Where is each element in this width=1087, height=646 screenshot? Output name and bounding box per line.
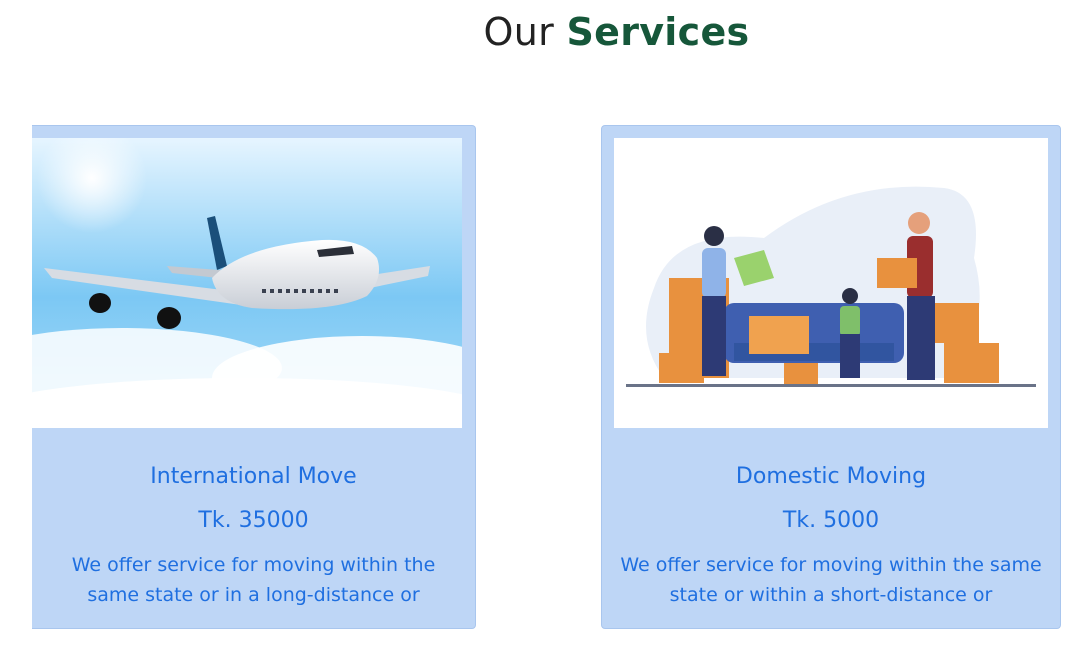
service-title[interactable]: International Move <box>32 464 475 489</box>
section-title-prefix: Our <box>483 10 555 54</box>
section-title: Our Services <box>0 10 1087 54</box>
service-card-domestic[interactable]: Domestic Moving Tk. 5000 We offer servic… <box>601 125 1061 629</box>
service-price: Tk. 35000 <box>198 508 309 533</box>
service-description: We offer service for moving within the s… <box>620 554 1042 606</box>
airplane-illustration <box>32 138 462 428</box>
services-section: Our Services International Move Tk. 3500… <box>0 0 1087 646</box>
service-card-international[interactable]: International Move Tk. 35000 We offer se… <box>32 125 476 629</box>
service-title[interactable]: Domestic Moving <box>602 464 1060 489</box>
moving-family-illustration <box>614 138 1048 428</box>
service-description: We offer service for moving within the s… <box>71 554 436 606</box>
section-title-accent: Services <box>566 10 750 54</box>
service-price: Tk. 5000 <box>782 508 880 533</box>
